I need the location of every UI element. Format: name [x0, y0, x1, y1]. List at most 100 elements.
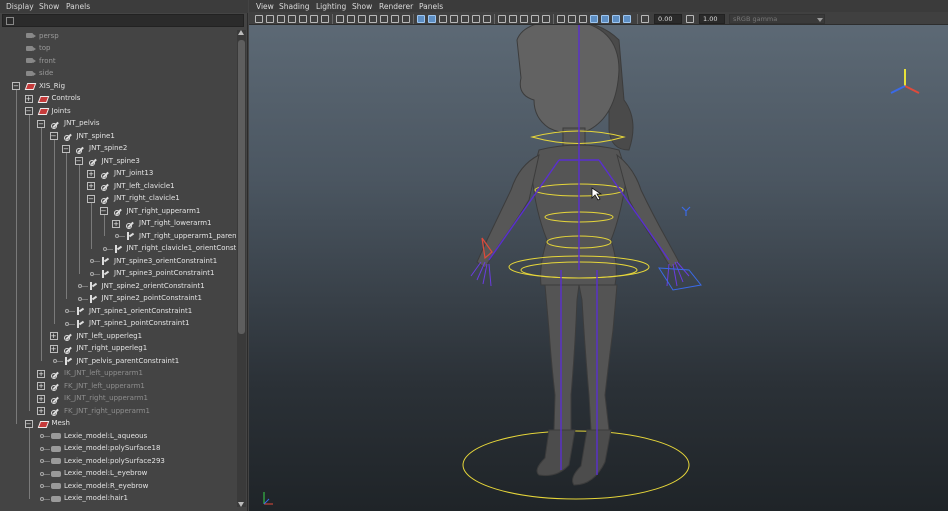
outliner-item[interactable]: persp	[0, 30, 236, 43]
isolate-select-icon[interactable]	[520, 15, 528, 23]
hud-icon[interactable]	[579, 15, 587, 23]
exposure-icon[interactable]	[641, 15, 649, 23]
menu-display[interactable]: Display	[6, 2, 34, 11]
resolution-gate-icon[interactable]	[347, 15, 355, 23]
view-transform-dropdown[interactable]: sRGB gamma	[729, 14, 825, 24]
expand-plus-icon[interactable]: +	[37, 369, 45, 378]
ui-elements-icon[interactable]	[590, 15, 598, 23]
expand-plus-icon[interactable]: +	[24, 94, 33, 103]
outliner-item[interactable]: JNT_spine1_orientConstraint1	[0, 305, 236, 318]
outliner-item[interactable]: JNT_spine2_orientConstraint1	[0, 280, 236, 293]
menu-view[interactable]: View	[256, 2, 274, 11]
expand-plus-icon[interactable]: +	[87, 169, 95, 178]
menu-show[interactable]: Show	[39, 2, 59, 11]
outliner-item[interactable]: JNT_spine2_pointConstraint1	[0, 293, 236, 306]
expand-plus-icon[interactable]: +	[49, 344, 58, 353]
camera-select-icon[interactable]	[255, 15, 263, 23]
gate-mask-icon[interactable]	[358, 15, 366, 23]
collapse-minus-icon[interactable]: −	[24, 419, 33, 428]
ambient-occlusion-icon[interactable]	[472, 15, 480, 23]
outliner-item[interactable]: + JNT_left_clavicle1	[0, 180, 236, 193]
menu-shading[interactable]: Shading	[279, 2, 309, 11]
bookmark-icon[interactable]	[277, 15, 285, 23]
image-plane-icon[interactable]	[288, 15, 296, 23]
outliner-item[interactable]: + JNT_left_upperleg1	[0, 330, 236, 343]
outliner-item[interactable]: − Mesh	[0, 418, 236, 431]
outliner-item[interactable]: + FK_JNT_right_upperarm1	[0, 405, 236, 418]
outliner-item[interactable]: + JNT_right_lowerarm1	[0, 218, 236, 231]
expand-plus-icon[interactable]: +	[112, 219, 120, 228]
collapse-minus-icon[interactable]: −	[37, 119, 45, 128]
shadows-icon[interactable]	[461, 15, 469, 23]
collapse-minus-icon[interactable]: −	[24, 107, 33, 115]
filter-icon[interactable]	[6, 17, 14, 25]
select-highlight-icon[interactable]	[601, 15, 609, 23]
outliner-item[interactable]: Lexie_model:polySurface293	[0, 455, 236, 468]
xray-joints-icon[interactable]	[542, 15, 550, 23]
film-gate-icon[interactable]	[336, 15, 344, 23]
viewport-layout-icon[interactable]	[623, 15, 631, 23]
outliner-search-input[interactable]	[2, 14, 244, 27]
viewport-scene[interactable]	[249, 0, 948, 511]
outliner-item[interactable]: + IK_JNT_right_upperarm1	[0, 393, 236, 406]
chevron-down-icon[interactable]	[817, 18, 823, 22]
expand-plus-icon[interactable]: +	[37, 407, 45, 415]
outliner-item[interactable]: − JNT_right_upperarm1	[0, 205, 236, 218]
expand-plus-icon[interactable]: +	[37, 382, 45, 390]
outliner-item[interactable]: + JNT_joint13	[0, 168, 236, 181]
collapse-minus-icon[interactable]: −	[12, 82, 20, 90]
outliner-item[interactable]: − JNT_spine3	[0, 155, 236, 168]
collapse-minus-icon[interactable]: −	[87, 194, 95, 203]
collapse-minus-icon[interactable]: −	[99, 207, 108, 215]
outliner-item[interactable]: Lexie_model:hair1	[0, 493, 236, 506]
xray-active-icon[interactable]	[568, 15, 576, 23]
outliner-item[interactable]: side	[0, 68, 236, 81]
menu-panels[interactable]: Panels	[419, 2, 443, 11]
outliner-item[interactable]: − JNT_pelvis	[0, 118, 236, 131]
gamma-icon[interactable]	[686, 15, 694, 23]
outliner-item[interactable]: top	[0, 43, 236, 56]
wireframe-icon[interactable]	[402, 15, 410, 23]
smooth-shade-icon[interactable]	[417, 15, 425, 23]
outliner-item[interactable]: + JNT_right_upperleg1	[0, 343, 236, 356]
outliner-item[interactable]: + FK_JNT_left_upperarm1	[0, 380, 236, 393]
collapse-minus-icon[interactable]: −	[62, 144, 70, 153]
expand-plus-icon[interactable]: +	[87, 182, 95, 190]
scroll-up-arrow-icon[interactable]	[238, 30, 244, 35]
outliner-item[interactable]: − JNT_right_clavicle1	[0, 193, 236, 206]
2d-pan-zoom-icon[interactable]	[299, 15, 307, 23]
outliner-item[interactable]: JNT_right_upperarm1_parentC	[0, 230, 236, 243]
depth-of-field-icon[interactable]	[509, 15, 517, 23]
camera-attributes-icon[interactable]	[266, 15, 274, 23]
grease-pencil-icon[interactable]	[310, 15, 318, 23]
outliner-scrollbar[interactable]	[237, 30, 246, 507]
safe-action-icon[interactable]	[380, 15, 388, 23]
textured-icon[interactable]	[439, 15, 447, 23]
outliner-item[interactable]: − Joints	[0, 105, 236, 118]
menu-lighting[interactable]: Lighting	[316, 2, 346, 11]
backface-culling-icon[interactable]	[557, 15, 565, 23]
expand-plus-icon[interactable]: +	[37, 394, 45, 403]
outliner-item[interactable]: front	[0, 55, 236, 68]
outliner-item[interactable]: − XIS_Rig	[0, 80, 236, 93]
expand-plus-icon[interactable]: +	[49, 332, 58, 340]
motion-blur-icon[interactable]	[483, 15, 491, 23]
outliner-item[interactable]: Lexie_model:polySurface18	[0, 443, 236, 456]
exposure-field[interactable]: 0.00	[654, 14, 682, 24]
safe-title-icon[interactable]	[391, 15, 399, 23]
gamma-field[interactable]: 1.00	[699, 14, 725, 24]
outliner-item[interactable]: − JNT_spine2	[0, 143, 236, 156]
scroll-down-arrow-icon[interactable]	[238, 502, 244, 507]
outliner-item[interactable]: JNT_right_clavicle1_orientConstrai	[0, 243, 236, 256]
menu-panels[interactable]: Panels	[66, 2, 90, 11]
menu-renderer[interactable]: Renderer	[379, 2, 413, 11]
multisample-icon[interactable]	[498, 15, 506, 23]
outliner-item[interactable]: Lexie_model:L_aqueous	[0, 430, 236, 443]
grid-icon[interactable]	[321, 15, 329, 23]
outliner-item[interactable]: JNT_spine3_orientConstraint1	[0, 255, 236, 268]
outliner-item[interactable]: Lexie_model:L_eyebrow	[0, 468, 236, 481]
outliner-item[interactable]: Lexie_model:R_eyebrow	[0, 480, 236, 493]
xray-icon[interactable]	[531, 15, 539, 23]
field-chart-icon[interactable]	[369, 15, 377, 23]
isolate-icon[interactable]	[612, 15, 620, 23]
